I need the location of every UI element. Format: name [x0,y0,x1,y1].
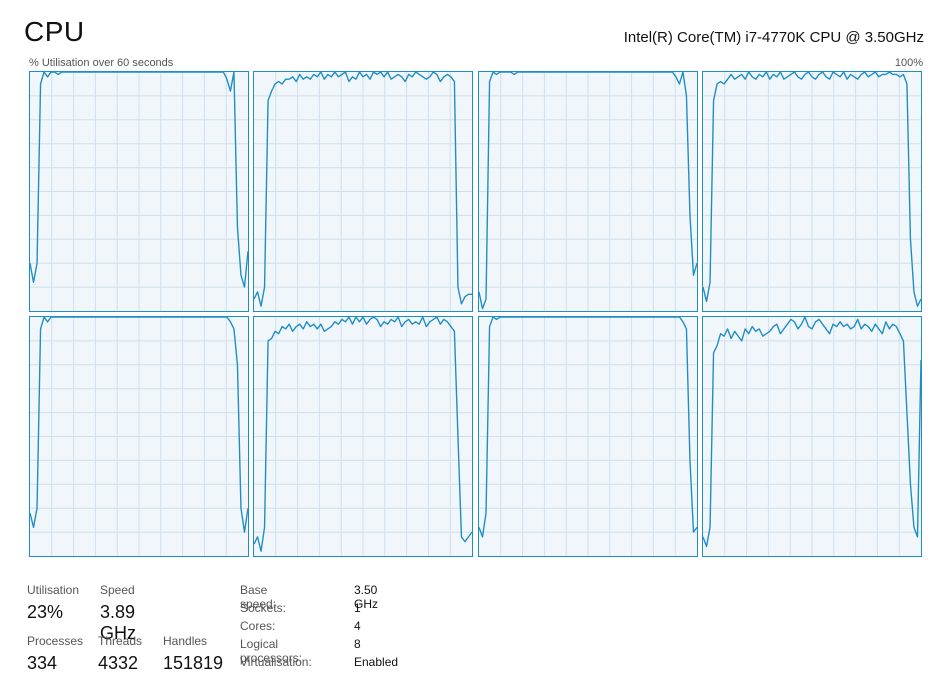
virtualisation-value: Enabled [354,655,399,669]
cpu-graph-1[interactable] [253,71,473,312]
threads-label: Threads [98,634,143,648]
cpu-graph-svg-7 [703,317,921,556]
sockets-label: Sockets: [240,601,287,615]
utilisation-label: Utilisation [27,583,80,597]
handles-label: Handles [163,634,208,648]
handles-value: 151819 [163,653,224,673]
logical-processors-value: 8 [354,637,361,651]
cpu-graph-7[interactable] [702,316,922,557]
cpu-graph-4[interactable] [29,316,249,557]
cpu-graph-2[interactable] [478,71,698,312]
speed-label: Speed [100,583,135,597]
cpu-graph-svg-6 [479,317,697,556]
cores-value: 4 [354,619,361,633]
cpu-graph-0[interactable] [29,71,249,312]
processes-value: 334 [27,653,58,673]
processes-label: Processes [27,634,84,648]
cpu-graph-6[interactable] [478,316,698,557]
utilisation-value: 23% [27,602,64,622]
cpu-graph-svg-2 [479,72,697,311]
sockets-value: 1 [354,601,361,615]
threads-value: 4332 [98,653,139,673]
virtualisation-label: Virtualisation: [240,655,312,669]
cpu-graph-svg-4 [30,317,248,556]
cpu-graph-3[interactable] [702,71,922,312]
cpu-graph-svg-1 [254,72,472,311]
logical-processor-graphs[interactable] [0,0,950,676]
cpu-graph-svg-0 [30,72,248,311]
cpu-graph-svg-3 [703,72,921,311]
cores-label: Cores: [240,619,276,633]
cpu-graph-5[interactable] [253,316,473,557]
cpu-graph-svg-5 [254,317,472,556]
